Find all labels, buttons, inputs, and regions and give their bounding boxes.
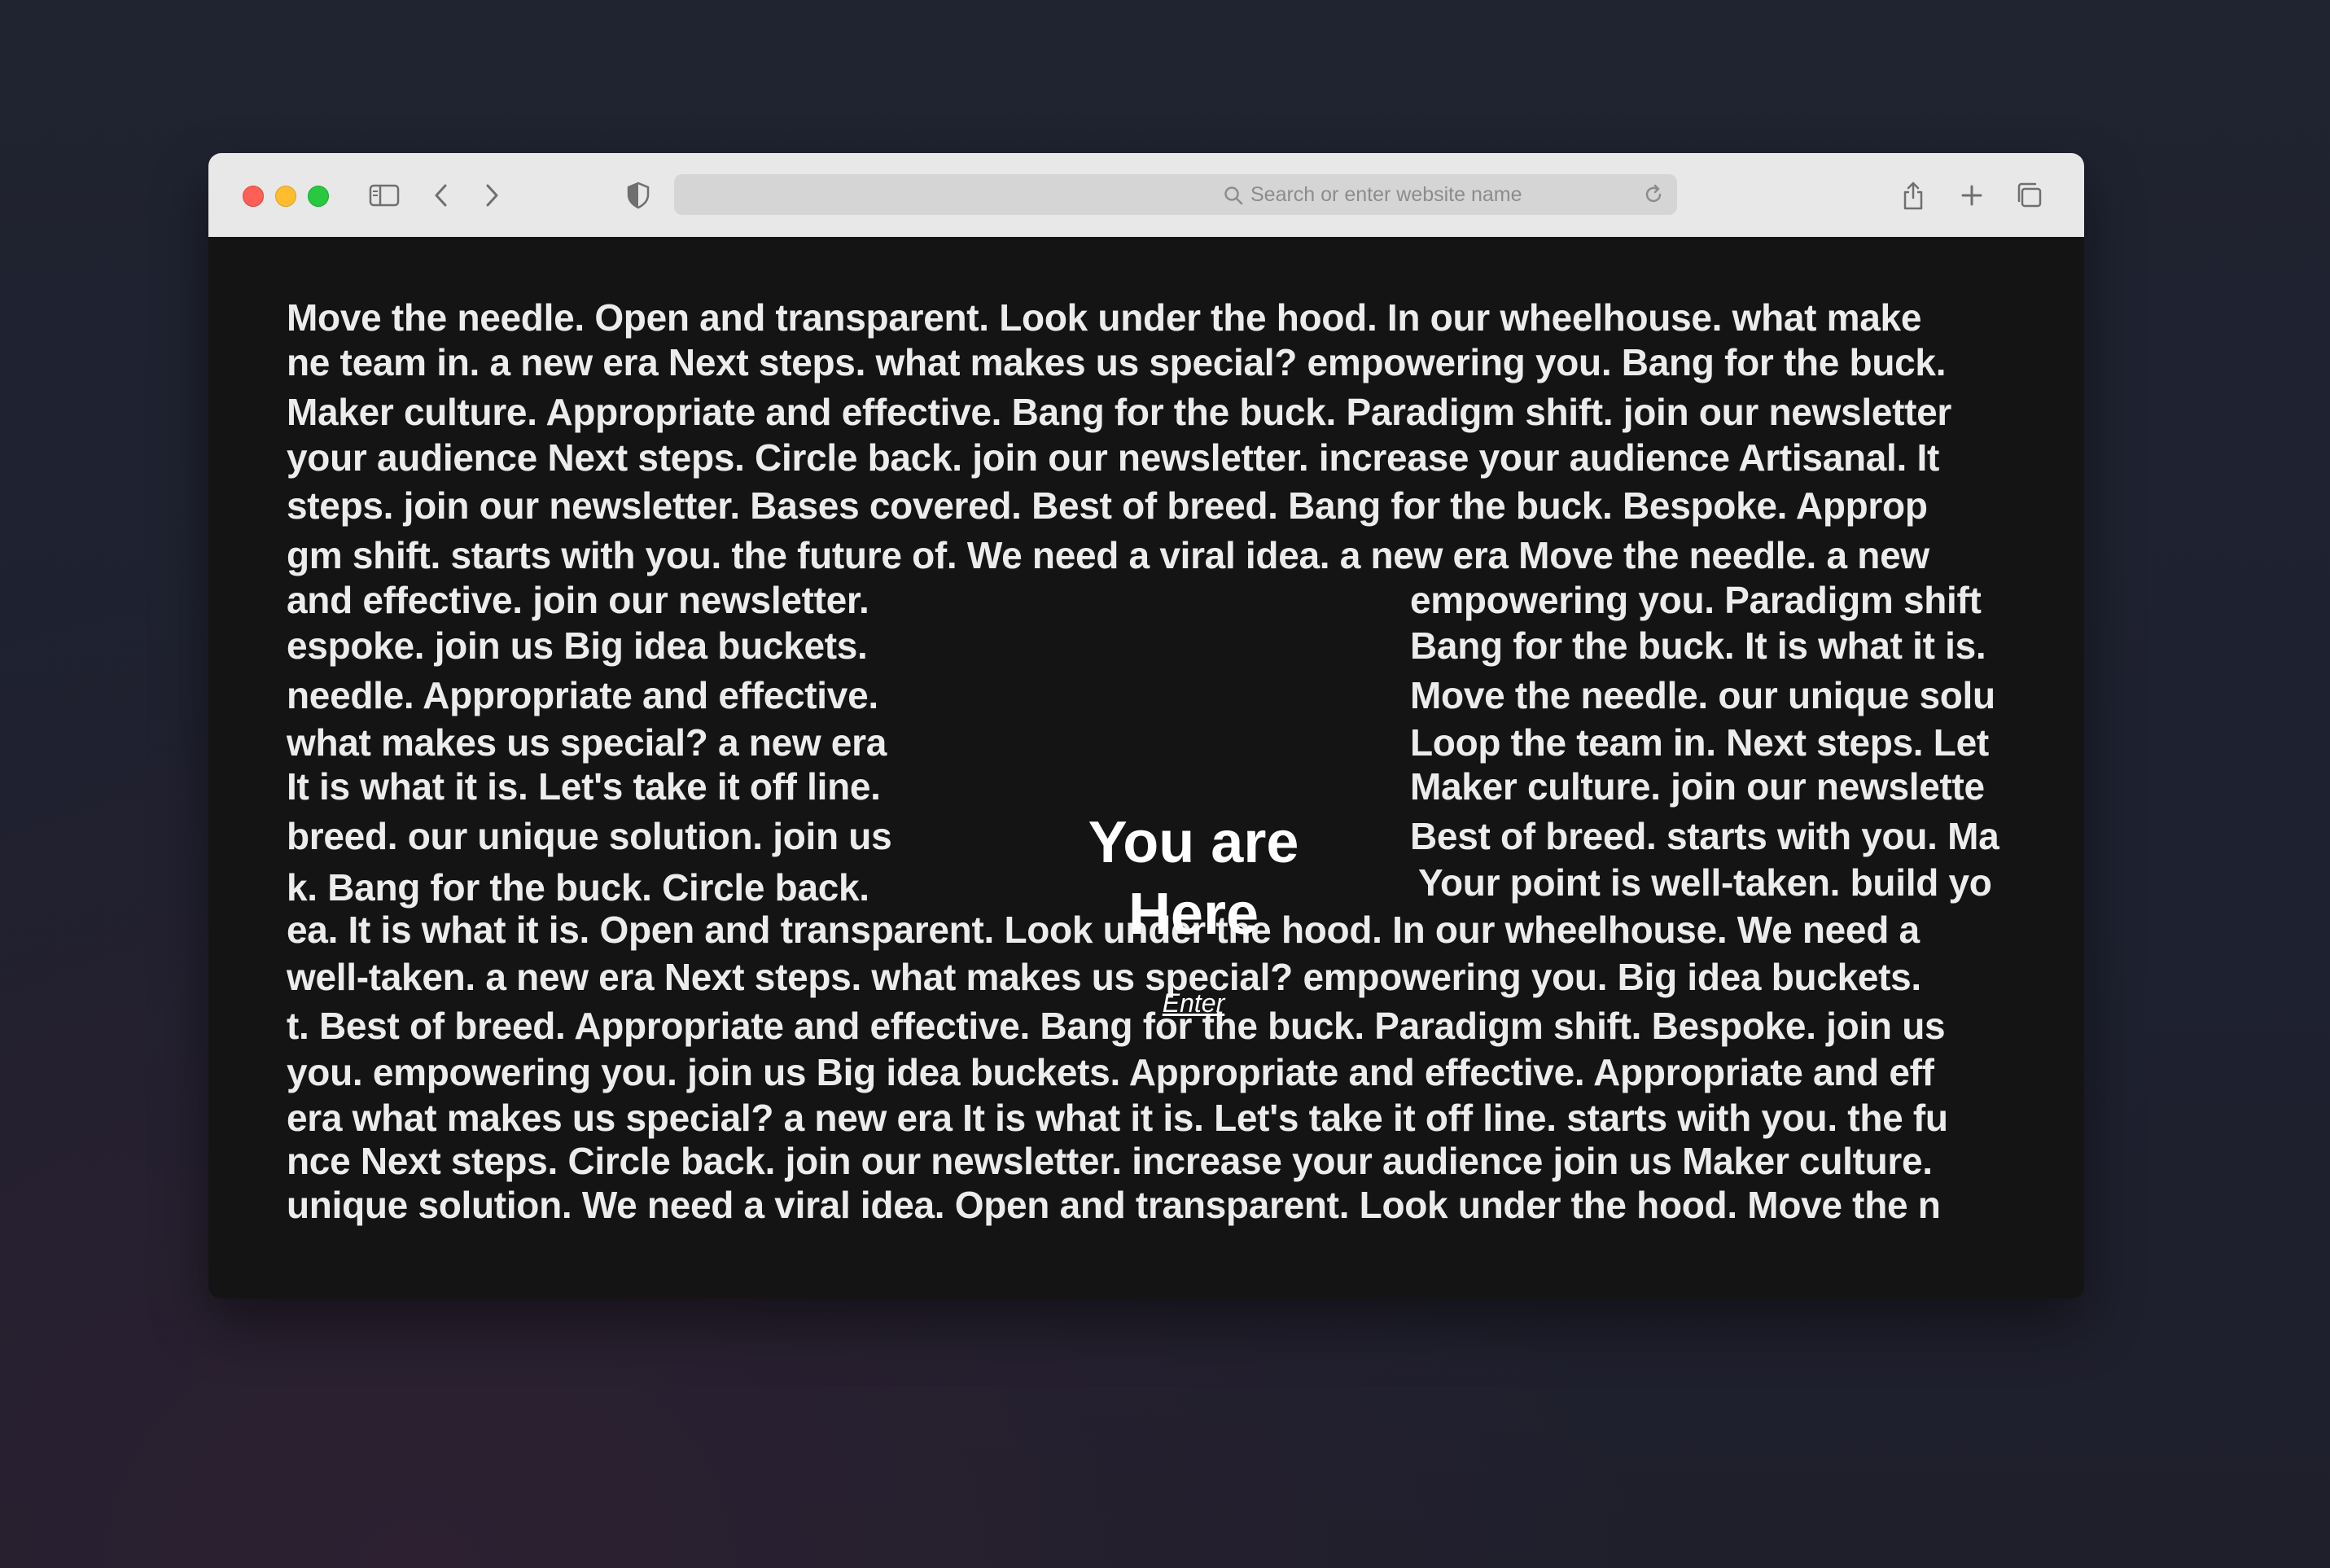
marquee-row-right: Maker culture. join our newslette bbox=[1410, 765, 1985, 808]
forward-icon[interactable] bbox=[474, 177, 510, 213]
marquee-row: ne team in. a new era Next steps. what m… bbox=[287, 341, 1947, 383]
marquee-row: k. Bang for the buck. Circle back. bbox=[287, 866, 869, 909]
address-placeholder: Search or enter website name bbox=[1250, 183, 1522, 206]
marquee-row: needle. Appropriate and effective. bbox=[287, 674, 878, 716]
browser-toolbar: Search or enter website name bbox=[208, 153, 2084, 238]
marquee-text-area: Move the needle. Open and transparent. L… bbox=[287, 296, 2009, 1240]
maximize-window-button[interactable] bbox=[308, 186, 329, 207]
marquee-row: nce Next steps. Circle back. join our ne… bbox=[287, 1140, 1933, 1182]
new-tab-icon[interactable] bbox=[1954, 177, 1990, 213]
marquee-row: well-taken. a new era Next steps. what m… bbox=[287, 956, 1921, 998]
marquee-row-right: Bang for the buck. It is what it is. bbox=[1410, 624, 1986, 667]
marquee-row: It is what it is. Let's take it off line… bbox=[287, 765, 881, 808]
marquee-row: Move the needle. Open and transparent. L… bbox=[287, 296, 1922, 339]
marquee-row: what makes us special? a new era bbox=[287, 721, 887, 764]
marquee-row-right: empowering you. Paradigm shift bbox=[1410, 579, 1982, 621]
marquee-row-right: Loop the team in. Next steps. Let bbox=[1410, 721, 1989, 764]
address-bar[interactable]: Search or enter website name bbox=[674, 174, 1677, 215]
marquee-row-right: Best of breed. starts with you. Ma bbox=[1410, 815, 1999, 857]
marquee-row: era what makes us special? a new era It … bbox=[287, 1097, 1948, 1139]
tab-overview-icon[interactable] bbox=[2011, 177, 2047, 213]
page-viewport: Move the needle. Open and transparent. L… bbox=[208, 237, 2084, 1299]
page-title-line-2: Here bbox=[1128, 882, 1259, 947]
privacy-shield-icon[interactable] bbox=[620, 177, 656, 213]
page-title-line-1: You are bbox=[1088, 810, 1299, 875]
marquee-row: steps. join our newsletter. Bases covere… bbox=[287, 484, 1928, 527]
marquee-row: gm shift. starts with you. the future of… bbox=[287, 534, 1929, 576]
share-icon[interactable] bbox=[1895, 177, 1931, 213]
marquee-row: you. empowering you. join us Big idea bu… bbox=[287, 1051, 1934, 1093]
page-title: You are Here bbox=[1071, 807, 1316, 950]
marquee-row: breed. our unique solution. join us bbox=[287, 815, 892, 857]
marquee-row-right: Move the needle. our unique solu bbox=[1410, 674, 1995, 716]
marquee-row: Maker culture. Appropriate and effective… bbox=[287, 391, 1951, 433]
enter-link[interactable]: Enter bbox=[1112, 988, 1275, 1018]
marquee-row-right: Your point is well-taken. build yo bbox=[1418, 861, 1992, 904]
marquee-row: and effective. join our newsletter. bbox=[287, 579, 869, 621]
close-window-button[interactable] bbox=[243, 186, 264, 207]
marquee-row: unique solution. We need a viral idea. O… bbox=[287, 1184, 1941, 1226]
browser-window: Search or enter website name Move the ne… bbox=[208, 153, 2084, 1299]
reload-icon[interactable] bbox=[1641, 182, 1666, 207]
search-icon bbox=[1224, 186, 1243, 205]
marquee-row: your audience Next steps. Circle back. j… bbox=[287, 436, 1939, 479]
sidebar-icon[interactable] bbox=[366, 177, 402, 213]
marquee-row: espoke. join us Big idea buckets. bbox=[287, 624, 868, 667]
minimize-window-button[interactable] bbox=[275, 186, 296, 207]
back-icon[interactable] bbox=[423, 177, 459, 213]
